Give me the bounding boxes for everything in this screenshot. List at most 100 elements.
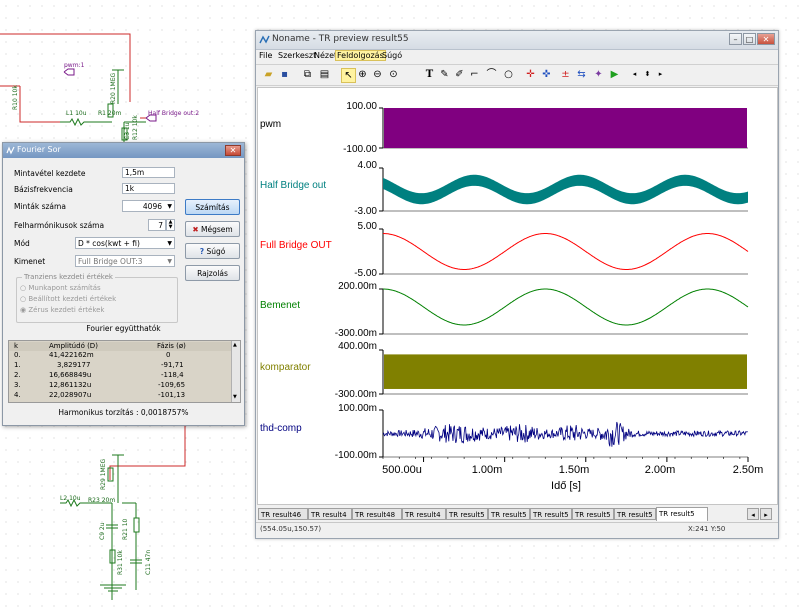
label-mode: Mód — [14, 239, 30, 248]
channel-name-pwm: pwm — [260, 119, 282, 130]
sch-label-c11: C11 47n — [145, 549, 152, 575]
tr-preview-window: Noname - TR preview result55 – □ ✕ File … — [255, 30, 779, 539]
ellipse-icon[interactable]: ○ — [502, 68, 515, 81]
channel-name-komparator: komparator — [260, 362, 311, 373]
menu-edit[interactable]: Szerkeszt — [278, 51, 316, 60]
transient-group-title: Tranziens kezdeti értékek — [22, 273, 115, 281]
tab-scroll-right-icon[interactable]: ▸ — [760, 508, 772, 520]
cancel-button[interactable]: ✖ Mégsem — [185, 221, 240, 237]
x-tick-label: 1.00m — [471, 464, 503, 476]
zoom-out-icon[interactable]: ⊖ — [371, 68, 384, 81]
close-button[interactable]: ✕ — [757, 33, 775, 45]
mode-value: D * cos(kwt + fi) — [78, 239, 140, 248]
sch-label-half-bridge: Half Bridge out:2 — [148, 110, 200, 117]
scroll-up-icon[interactable]: ▲ — [233, 342, 237, 348]
y-max-half-bridge: 4.00 — [357, 160, 377, 171]
coefficients-table[interactable]: k Amplitúdó (D) Fázis (ø) 0. 41,422162m 0 … — [8, 340, 241, 403]
zoom-fit-icon[interactable]: ⊙ — [387, 68, 400, 81]
tab-result[interactable]: TR result5 — [446, 508, 488, 520]
cancel-x-icon: ✖ — [192, 225, 199, 234]
output-select[interactable]: Full Bridge OUT:3 ▼ — [75, 255, 175, 267]
cursor-position: (554.05u,150.57) — [260, 525, 322, 533]
copy-icon[interactable]: ⧉ — [301, 68, 314, 81]
y-max-komparator: 400.00m — [338, 341, 377, 352]
table-scrollbar[interactable]: ▲ ▼ — [231, 341, 240, 402]
tab-result[interactable]: TR result5 — [614, 508, 656, 520]
waveform-plot[interactable]: pwm Half Bridge out Full Bridge OUT Beme… — [257, 87, 778, 505]
help-button[interactable]: ? Súgó — [185, 243, 240, 259]
open-icon[interactable]: ▰ — [262, 68, 275, 81]
menu-file[interactable]: File — [259, 51, 272, 60]
radio-zero-initial[interactable]: ◉ Zérus kezdeti értékek — [20, 306, 104, 314]
y-max-thd-comp: 100.00m — [338, 403, 377, 414]
sch-label-r21: R21 10 — [122, 518, 129, 540]
radio-label: Munkapont számítás — [28, 284, 101, 292]
cursor-a-icon[interactable]: ✎ — [438, 68, 451, 81]
minimize-button[interactable]: – — [729, 33, 742, 45]
menu-processing[interactable]: Feldolgozás — [335, 50, 386, 61]
sample-start-input[interactable] — [122, 167, 175, 178]
tab-result[interactable]: TR result4 — [402, 508, 446, 520]
y-min-komparator: -300.00m — [334, 389, 377, 400]
table-row[interactable]: 0. 41,422162m 0 — [9, 351, 231, 360]
scroll-down-icon[interactable]: ▼ — [233, 394, 237, 400]
table-row[interactable]: 4. 22,028907u -101,13 — [9, 391, 231, 400]
sch-label-r29: R29 1MEG — [100, 458, 107, 490]
harmonics-spin[interactable]: ▲ ▼ — [166, 219, 175, 231]
updown-icon[interactable]: ⬍ — [641, 68, 654, 81]
tab-result[interactable]: TR result4 — [308, 508, 352, 520]
mode-select[interactable]: D * cos(kwt + fi) ▼ — [75, 237, 175, 249]
tab-result-active[interactable]: TR result5 — [656, 507, 708, 521]
tab-result[interactable]: TR result5 — [572, 508, 614, 520]
table-row[interactable]: 3. 12,861132u -109,65 — [9, 381, 231, 390]
table-row[interactable]: 1. 3,829177 -91,71 — [9, 361, 231, 370]
tab-scroll-left-icon[interactable]: ◂ — [747, 508, 759, 520]
base-frequency-input[interactable] — [122, 183, 175, 194]
menu-help[interactable]: Súgó — [382, 51, 402, 60]
y-max-full-bridge: 5.00 — [357, 221, 377, 232]
pointer-icon[interactable]: ↖ — [341, 68, 356, 83]
harmonics-stepper[interactable]: 7 — [148, 219, 166, 231]
calculate-button[interactable]: Számítás — [185, 199, 240, 215]
series-band-4 — [384, 354, 747, 389]
radio-operating-point[interactable]: ○ Munkapont számítás — [20, 284, 101, 292]
samples-value: 4096 — [142, 202, 162, 211]
run-icon[interactable]: ▶ — [608, 68, 621, 81]
radio-set-initial[interactable]: ○ Beállított kezdeti értékek — [20, 295, 116, 303]
text-icon[interactable]: T — [423, 68, 436, 81]
x-tick-label: 2.50m — [732, 464, 764, 476]
curve-icon[interactable]: ⌒ — [485, 68, 498, 81]
tr-titlebar[interactable]: Noname - TR preview result55 – □ ✕ — [256, 31, 778, 50]
label-base-frequency: Bázisfrekvencia — [14, 185, 73, 194]
sch-label-r20: R20 1MEG — [110, 72, 117, 104]
arrows-icon[interactable]: ⇆ — [575, 68, 588, 81]
maximize-button[interactable]: □ — [743, 33, 756, 45]
marker2-icon[interactable]: ✜ — [540, 68, 553, 81]
paste-icon[interactable]: ▤ — [318, 68, 331, 81]
table-row[interactable]: 2. 16,668849u -118,4 — [9, 371, 231, 380]
tab-result[interactable]: TR result5 — [530, 508, 572, 520]
fourier-titlebar[interactable]: Fourier Sor ✕ — [3, 143, 244, 158]
next-icon[interactable]: ▸ — [654, 68, 667, 81]
zoom-in-icon[interactable]: ⊕ — [356, 68, 369, 81]
fourier-dialog: Fourier Sor ✕ Mintavétel kezdete Bázisfr… — [2, 142, 245, 426]
plot-button[interactable]: Rajzolás — [185, 265, 240, 281]
wand-icon[interactable]: ✦ — [592, 68, 605, 81]
marker-icon[interactable]: ✛ — [524, 68, 537, 81]
tab-result[interactable]: TR result46 — [258, 508, 308, 520]
tab-result[interactable]: TR result48 — [352, 508, 402, 520]
tab-result[interactable]: TR result5 — [488, 508, 530, 520]
y-min-thd-comp: -100.00m — [334, 450, 377, 461]
cursor-b-icon[interactable]: ✐ — [453, 68, 466, 81]
series-line-3 — [383, 288, 749, 326]
series-band-0 — [384, 108, 747, 148]
fourier-close-button[interactable]: ✕ — [225, 145, 241, 156]
statusbar: (554.05u,150.57) X:241 Y:50 — [256, 522, 778, 537]
save-icon[interactable]: ▪ — [278, 68, 291, 81]
prev-icon[interactable]: ◂ — [628, 68, 641, 81]
line-icon[interactable]: ⌐ — [468, 68, 481, 81]
menu-view[interactable]: Nézet — [314, 51, 337, 60]
samples-select[interactable]: 4096 ▼ — [122, 200, 175, 212]
chevron-down-icon: ▼ — [167, 258, 172, 265]
plus-minus-icon[interactable]: ± — [559, 68, 572, 81]
